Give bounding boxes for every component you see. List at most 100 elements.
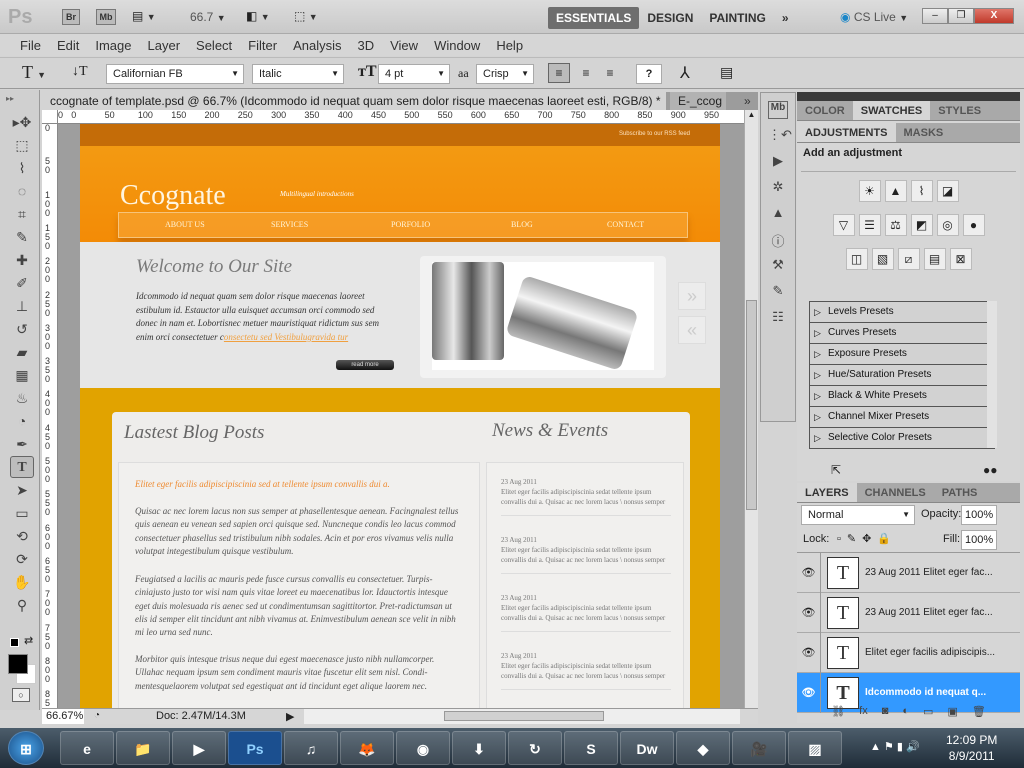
- horizontal-ruler[interactable]: 0 0 50 100 150 200 250 300 350 400 450 500 550 600 650…: [58, 110, 744, 124]
- tool-presets-icon[interactable]: ⚒: [768, 257, 788, 275]
- mini-bridge-button[interactable]: Mb: [96, 9, 116, 25]
- document-tab-active[interactable]: ccognate of template.psd @ 66.7% (Idcomm…: [42, 92, 666, 126]
- close-button[interactable]: X: [974, 8, 1014, 24]
- crop-tool[interactable]: ⌗: [10, 203, 34, 225]
- start-button[interactable]: ⊞: [8, 731, 44, 765]
- sync-icon[interactable]: ↻: [508, 731, 562, 765]
- preset-item[interactable]: Curves Presets: [809, 323, 995, 344]
- preset-item[interactable]: Exposure Presets: [809, 344, 995, 365]
- arrange-documents-dropdown[interactable]: ◧ ▼: [246, 9, 270, 23]
- 3d-rotate-tool[interactable]: ⟲: [10, 525, 34, 547]
- view-extras-dropdown[interactable]: ▤ ▼: [132, 9, 172, 25]
- black-white-icon[interactable]: ◩: [910, 214, 933, 236]
- gradient-map-icon[interactable]: ▤: [923, 248, 946, 270]
- preset-item[interactable]: Black & White Presets: [809, 386, 995, 407]
- menu-file[interactable]: File: [12, 38, 49, 53]
- history-brush-tool[interactable]: ↺: [10, 318, 34, 340]
- rectangle-tool[interactable]: ▭: [10, 502, 34, 524]
- zoom-level-dropdown[interactable]: 66.7 ▼: [190, 10, 226, 24]
- eraser-tool[interactable]: ▰: [10, 341, 34, 363]
- type-tool[interactable]: T: [10, 456, 34, 478]
- move-tool[interactable]: ▸✥: [10, 111, 34, 133]
- color-balance-icon[interactable]: ⚖: [884, 214, 907, 236]
- hue-saturation-icon[interactable]: ☰: [858, 214, 881, 236]
- preset-item[interactable]: Selective Color Presets: [809, 428, 995, 449]
- mini-bridge-icon[interactable]: Mb: [768, 101, 788, 119]
- vibrance-icon[interactable]: ▽: [832, 214, 855, 236]
- photoshop-icon[interactable]: Ps: [228, 731, 282, 765]
- tab-layers[interactable]: LAYERS: [797, 483, 857, 502]
- vuze-icon[interactable]: ◉: [396, 731, 450, 765]
- layer-row[interactable]: 👁 T 23 Aug 2011 Elitet eger fac...: [797, 552, 1020, 593]
- layer-style-icon[interactable]: fx: [859, 705, 868, 723]
- antialias-select[interactable]: Crisp ▼: [476, 64, 534, 84]
- eye-icon[interactable]: 👁: [797, 552, 821, 593]
- hand-tool[interactable]: ✋: [10, 571, 34, 593]
- font-size-field[interactable]: 4 pt ▼: [378, 64, 450, 84]
- new-layer-icon[interactable]: ▣: [947, 705, 957, 723]
- menu-layer[interactable]: Layer: [140, 38, 189, 53]
- tab-styles[interactable]: STYLES: [930, 101, 989, 120]
- bridge-button[interactable]: Br: [62, 9, 80, 25]
- 3d-orbit-tool[interactable]: ⟳: [10, 548, 34, 570]
- notes-app-icon[interactable]: ▨: [788, 731, 842, 765]
- screen-mode-dropdown[interactable]: ⬚ ▼: [294, 9, 318, 23]
- invert-icon[interactable]: ◫: [845, 248, 868, 270]
- eye-icon[interactable]: 👁: [797, 592, 821, 633]
- clock[interactable]: 12:09 PM 8/9/2011: [946, 732, 997, 764]
- preset-item[interactable]: Channel Mixer Presets: [809, 407, 995, 428]
- link-layers-icon[interactable]: ⛓: [831, 705, 845, 723]
- layer-row[interactable]: 👁 T Elitet eger facilis adipiscipis...: [797, 632, 1020, 673]
- canvas-area[interactable]: Subscribe to our RSS feed Ccognate Multi…: [58, 124, 744, 708]
- swap-colors-icon[interactable]: ⇄: [24, 634, 33, 647]
- threshold-icon[interactable]: ⧄: [897, 248, 920, 270]
- scroll-up-icon[interactable]: ▲: [745, 110, 758, 119]
- scrollbar-thumb[interactable]: [746, 300, 757, 510]
- eye-icon[interactable]: 👁: [797, 632, 821, 673]
- menu-filter[interactable]: Filter: [240, 38, 285, 53]
- path-selection-tool[interactable]: ➤: [10, 479, 34, 501]
- lasso-tool[interactable]: ⌇: [10, 157, 34, 179]
- eyedropper-tool[interactable]: ✎: [10, 226, 34, 248]
- blur-tool[interactable]: ♨: [10, 387, 34, 409]
- firefox-icon[interactable]: 🦊: [340, 731, 394, 765]
- menu-analysis[interactable]: Analysis: [285, 38, 349, 53]
- exposure-icon[interactable]: ◪: [936, 180, 959, 202]
- align-left-button[interactable]: ≡: [548, 63, 570, 83]
- opacity-field[interactable]: 100%: [961, 505, 997, 525]
- horizontal-scrollbar-thumb[interactable]: [444, 711, 604, 721]
- dreamweaver-icon[interactable]: Dw: [620, 731, 674, 765]
- toggle-text-orientation-icon[interactable]: ↓T: [72, 64, 88, 80]
- brightness-contrast-icon[interactable]: ☀: [858, 180, 881, 202]
- healing-brush-tool[interactable]: ✚: [10, 249, 34, 271]
- return-to-adjustment-list-icon[interactable]: ⇱: [831, 463, 841, 477]
- status-info-icon[interactable]: ◔: [94, 710, 100, 721]
- tray-icons[interactable]: ▲ ⚑ ▮ 🔊: [870, 740, 920, 753]
- tab-masks[interactable]: MASKS: [896, 123, 952, 142]
- document-tab-inactive[interactable]: E-_ccog: [670, 92, 726, 110]
- photo-filter-icon[interactable]: ◎: [936, 214, 959, 236]
- preset-item[interactable]: Hue/Saturation Presets: [809, 365, 995, 386]
- cs-live-button[interactable]: ◉ CS Live ▼: [840, 10, 908, 24]
- delete-layer-icon[interactable]: 🗑: [972, 705, 986, 723]
- green-app-icon[interactable]: ◆: [676, 731, 730, 765]
- fill-field[interactable]: 100%: [961, 530, 997, 550]
- download-manager-icon[interactable]: ⬇: [452, 731, 506, 765]
- font-family-select[interactable]: Californian FB ▼: [106, 64, 244, 84]
- zoom-tool[interactable]: ⚲: [10, 594, 34, 616]
- workspace-essentials[interactable]: ESSENTIALS: [548, 7, 640, 29]
- levels-icon[interactable]: ▲: [884, 180, 907, 202]
- brushes-icon[interactable]: ✎: [768, 283, 788, 301]
- layer-row[interactable]: 👁 T 23 Aug 2011 Elitet eger fac...: [797, 592, 1020, 633]
- quick-selection-tool[interactable]: ◌: [10, 180, 34, 202]
- tab-channels[interactable]: CHANNELS: [857, 483, 934, 502]
- restore-button[interactable]: ❐: [948, 8, 974, 24]
- text-color-swatch[interactable]: ?: [636, 64, 662, 84]
- workspace-design[interactable]: DESIGN: [639, 7, 701, 29]
- curves-icon[interactable]: ⌇: [910, 180, 933, 202]
- ruler-origin[interactable]: [42, 110, 58, 124]
- foreground-color-swatch[interactable]: [8, 654, 28, 674]
- dodge-tool[interactable]: ◔: [10, 410, 34, 432]
- tool-preset-picker[interactable]: T ▼: [22, 62, 46, 83]
- tab-adjustments[interactable]: ADJUSTMENTS: [797, 123, 896, 142]
